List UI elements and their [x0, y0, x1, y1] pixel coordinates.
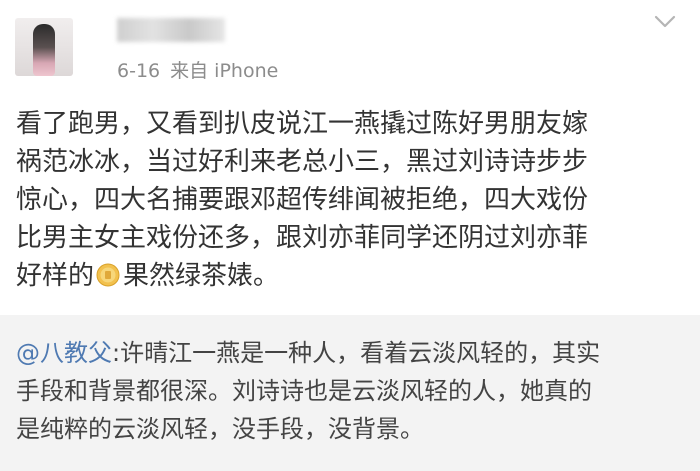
post-body: 看了跑男，又看到扒皮说江一燕撬过陈好男朋友嫁 祸范冰冰，当过好利来老总小三，黑过… — [16, 105, 688, 295]
gold-coin-emoji-icon — [96, 263, 120, 287]
post-text-line: 祸范冰冰，当过好利来老总小三，黑过刘诗诗步步 — [16, 147, 589, 177]
user-avatar[interactable] — [15, 18, 73, 76]
repost-text-line: 是纯粹的云淡风轻，没手段，没背景。 — [16, 415, 424, 443]
post-date: 6-16 — [117, 60, 161, 82]
reposted-content[interactable]: @八教父:许晴江一燕是一种人，看着云淡风轻的，其实 手段和背景都很深。刘诗诗也是… — [0, 315, 700, 471]
username-blurred[interactable] — [117, 18, 225, 42]
post-text-line: 惊心，四大名捕要跟邓超传绯闻被拒绝，四大戏份 — [16, 185, 589, 215]
repost-text-line: @八教父:许晴江一燕是一种人，看着云淡风轻的，其实 — [16, 334, 688, 372]
post-text-line-last: 好样的 果然绿茶婊。 — [16, 257, 688, 295]
post-text-line: 比男主女主戏份还多，跟刘亦菲同学还阴过刘亦菲 — [16, 223, 589, 253]
chevron-down-icon[interactable] — [654, 15, 676, 29]
post-text-before-emoji: 好样的 — [16, 261, 95, 291]
post-source: 来自 iPhone — [170, 60, 279, 82]
repost-body: @八教父:许晴江一燕是一种人，看着云淡风轻的，其实 手段和背景都很深。刘诗诗也是… — [16, 334, 688, 448]
post-meta: 6-16 来自 iPhone — [117, 56, 288, 83]
weibo-post: 6-16 来自 iPhone 看了跑男，又看到扒皮说江一燕撬过陈好男朋友嫁 祸范冰… — [0, 0, 700, 315]
post-text-line: 看了跑男，又看到扒皮说江一燕撬过陈好男朋友嫁 — [16, 109, 589, 139]
mention-link[interactable]: @八教父 — [16, 339, 112, 367]
repost-first-line-text: :许晴江一燕是一种人，看着云淡风轻的，其实 — [112, 339, 601, 367]
repost-text-line: 手段和背景都很深。刘诗诗也是云淡风轻的人，她真的 — [16, 377, 592, 405]
avatar-figure — [33, 24, 55, 76]
post-text-after-emoji: 果然绿茶婊。 — [123, 261, 280, 291]
